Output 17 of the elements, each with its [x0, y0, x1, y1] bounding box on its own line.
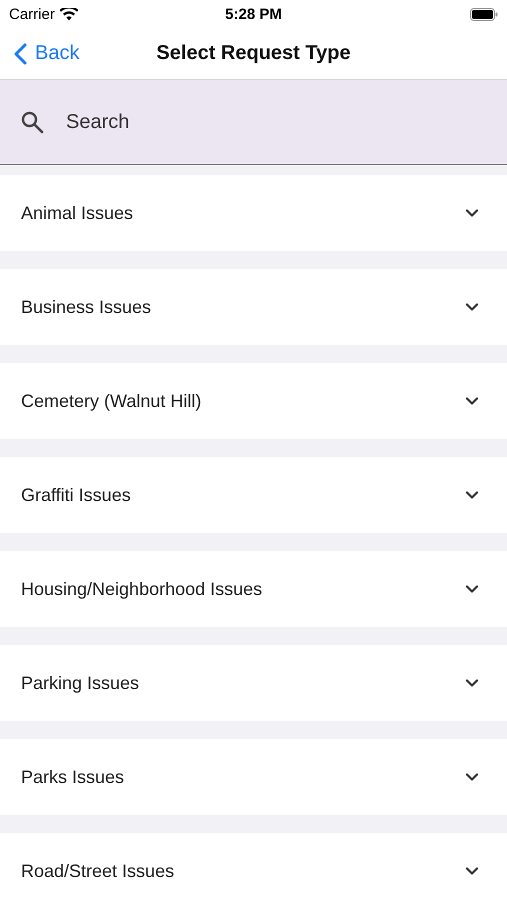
search-field[interactable]: Search [64, 110, 487, 134]
wifi-icon [60, 8, 78, 20]
category-row[interactable]: Housing/Neighborhood Issues [0, 551, 507, 627]
screen-title: Select Request Type [156, 42, 351, 65]
category-row[interactable]: Animal Issues [0, 175, 507, 251]
category-row[interactable]: Graffiti Issues [0, 457, 507, 533]
clock-time: 5:28 PM [225, 6, 282, 22]
category-row[interactable]: Business Issues [0, 269, 507, 345]
carrier-label: Carrier [9, 6, 55, 22]
category-row[interactable]: Parking Issues [0, 645, 507, 721]
category-row[interactable]: Cemetery (Walnut Hill) [0, 363, 507, 439]
back-button[interactable]: Back [14, 42, 80, 65]
back-chevron-icon [14, 42, 27, 64]
search-icon [20, 110, 44, 134]
category-row[interactable]: Road/Street Issues [0, 833, 507, 900]
category-row[interactable]: Parks Issues [0, 739, 507, 815]
battery-icon [470, 8, 498, 20]
